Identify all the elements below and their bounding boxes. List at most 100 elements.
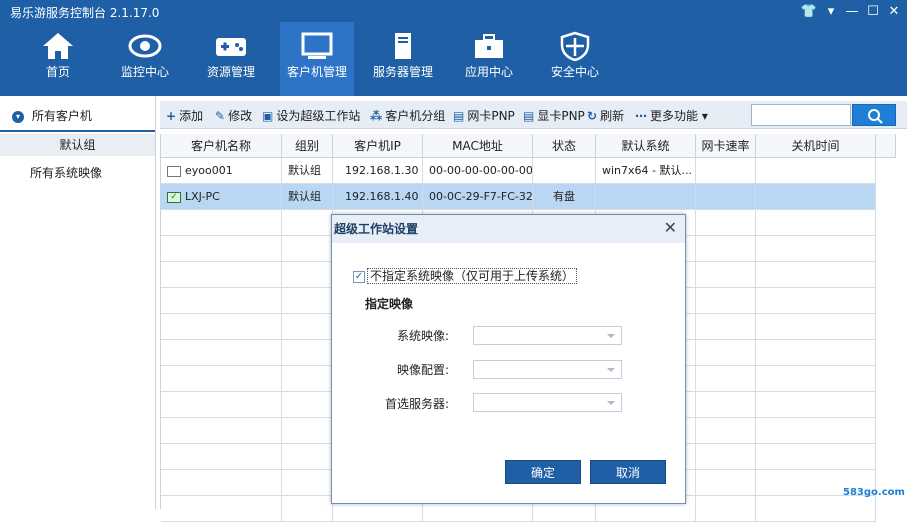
empty-cell [756, 340, 876, 366]
empty-cell [161, 444, 282, 470]
empty-cell [282, 236, 333, 262]
cancel-button[interactable]: 取消 [590, 460, 666, 484]
client-name-cell: ✓ LXJ-PC [161, 184, 282, 210]
column-header-spacer [876, 134, 896, 158]
super-workstation-dialog: 超级工作站设置 ✕ ✓ 不指定系统映像（仅可用于上传系统） 指定映像 系统映像: … [331, 214, 686, 504]
empty-cell [756, 444, 876, 470]
sidebar-item-all-clients[interactable]: ▾ 所有客户机 [0, 100, 155, 132]
column-header[interactable]: 客户机IP [333, 134, 423, 158]
gpu-pnp-button[interactable]: ▤ 显卡PNP [523, 107, 585, 124]
column-header[interactable]: 关机时间 [756, 134, 876, 158]
status-cell: 有盘 [533, 184, 596, 210]
minimize-icon[interactable]: — [843, 3, 861, 21]
empty-cell [161, 262, 282, 288]
nav-monitor[interactable]: 监控中心 [108, 22, 182, 96]
chevron-down-icon [607, 334, 615, 338]
empty-cell [282, 470, 333, 496]
empty-cell [282, 210, 333, 236]
edit-button[interactable]: ✎ 修改 [215, 107, 252, 124]
column-header[interactable]: 网卡速率 [696, 134, 756, 158]
nav-servers[interactable]: 服务器管理 [366, 22, 440, 96]
group-icon: ⁂ [370, 109, 383, 123]
empty-cell [161, 314, 282, 340]
nav-home[interactable]: 首页 [21, 22, 95, 96]
column-header[interactable]: 默认系统 [596, 134, 696, 158]
field-label: 系统映像: [396, 329, 449, 343]
nav-label: 资源管理 [206, 65, 255, 79]
section-label: 指定映像 [365, 297, 414, 311]
nav-clients[interactable]: 客户机管理 [280, 22, 354, 96]
empty-cell [161, 496, 282, 522]
menu-icon[interactable]: ▾ [822, 3, 840, 21]
server-select[interactable] [473, 393, 622, 412]
nav-security[interactable]: 安全中心 [538, 22, 612, 96]
sidebar-item-default-group[interactable]: 默认组 [0, 134, 155, 156]
image-select[interactable] [473, 326, 622, 345]
no-image-checkbox[interactable]: ✓ 不指定系统映像（仅可用于上传系统） [353, 267, 578, 284]
nav-label: 应用中心 [464, 65, 513, 79]
add-button[interactable]: + 添加 [166, 107, 203, 124]
config-select[interactable] [473, 360, 622, 379]
empty-cell [696, 210, 756, 236]
empty-cell [161, 340, 282, 366]
search-input[interactable] [751, 104, 851, 126]
empty-cell [161, 366, 282, 392]
checkbox-label: 不指定系统映像（仅可用于上传系统） [367, 268, 578, 284]
client-group-button[interactable]: ⁂ 客户机分组 [370, 107, 445, 124]
workstation-icon: ▣ [262, 109, 274, 123]
empty-cell [756, 236, 876, 262]
more-functions-button[interactable]: ⋯ 更多功能 ▾ [635, 107, 708, 124]
empty-cell [696, 496, 756, 522]
empty-cell [282, 444, 333, 470]
empty-cell [696, 236, 756, 262]
set-super-workstation-button[interactable]: ▣ 设为超级工作站 [262, 107, 360, 124]
empty-cell [161, 470, 282, 496]
empty-cell [161, 210, 282, 236]
empty-cell [161, 418, 282, 444]
nic-pnp-button[interactable]: ▤ 网卡PNP [453, 107, 515, 124]
column-header[interactable]: MAC地址 [423, 134, 533, 158]
ok-button[interactable]: 确定 [505, 460, 581, 484]
refresh-button[interactable]: ↻ 刷新 [587, 107, 624, 124]
empty-cell [282, 496, 333, 522]
sidebar-item-all-images[interactable]: 所有系统映像 [0, 160, 155, 186]
nic-icon: ▤ [453, 109, 465, 123]
client-name-cell: eyoo001 [161, 158, 282, 184]
empty-cell [696, 470, 756, 496]
empty-cell [756, 288, 876, 314]
app-title: 易乐游服务控制台 2.1.17.0 [10, 6, 160, 20]
skin-icon[interactable]: 👕 [800, 3, 818, 21]
cell-text: eyoo001 [185, 164, 233, 177]
shield-icon [560, 31, 590, 61]
empty-cell [756, 418, 876, 444]
nav-apps[interactable]: 应用中心 [452, 22, 526, 96]
button-label: 显卡PNP [537, 109, 585, 123]
maximize-icon[interactable]: ☐ [864, 3, 882, 21]
empty-cell [282, 262, 333, 288]
empty-cell [161, 392, 282, 418]
chevron-down-icon: ▾ [12, 110, 24, 123]
sidebar-item-label: 所有客户机 [31, 109, 92, 123]
speed-cell [696, 184, 756, 210]
empty-cell [756, 392, 876, 418]
button-label: 添加 [179, 109, 204, 123]
empty-cell [282, 418, 333, 444]
empty-cell [696, 366, 756, 392]
nav-resources[interactable]: 资源管理 [194, 22, 268, 96]
empty-cell [756, 496, 876, 522]
nav-label: 客户机管理 [286, 65, 347, 79]
server-icon [395, 33, 411, 59]
search-button[interactable] [852, 104, 896, 126]
ellipsis-icon: ⋯ [635, 109, 647, 123]
watermark: 583go.com [843, 487, 905, 498]
button-label: 更多功能 [650, 109, 699, 123]
nav-label: 安全中心 [550, 65, 599, 79]
chevron-down-icon: ▾ [701, 109, 708, 123]
column-header[interactable]: 客户机名称 [161, 134, 282, 158]
close-icon[interactable]: ✕ [885, 3, 903, 21]
eye-icon [128, 34, 162, 58]
pencil-icon: ✎ [215, 109, 226, 123]
column-header[interactable]: 组别 [282, 134, 333, 158]
close-icon[interactable]: ✕ [664, 219, 677, 237]
column-header[interactable]: 状态 [533, 134, 596, 158]
